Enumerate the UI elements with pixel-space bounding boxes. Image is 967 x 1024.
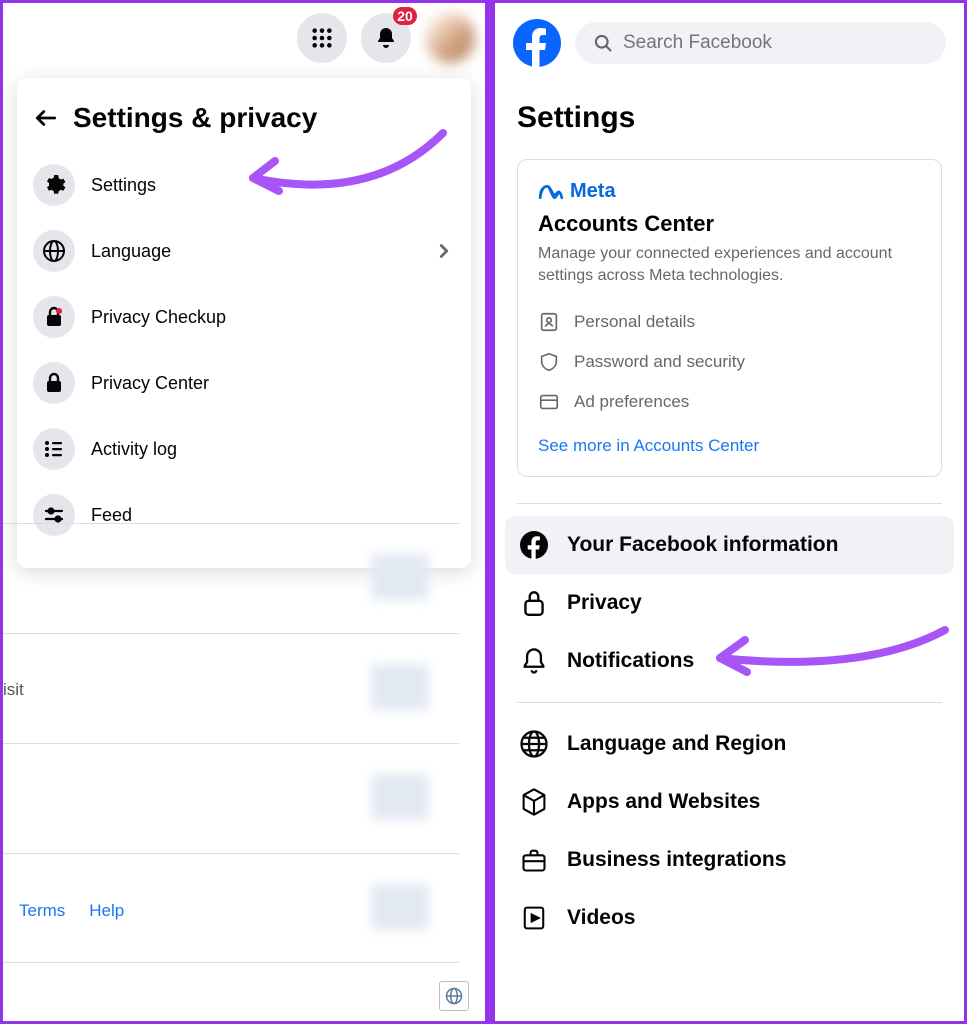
fb-circle-icon [519, 530, 549, 560]
page-title: Settings [495, 83, 964, 159]
padlock-icon [519, 588, 549, 618]
personal-details-link[interactable]: Personal details [538, 302, 921, 342]
lock-heart-icon [33, 296, 75, 338]
menu-title: Settings & privacy [73, 102, 317, 134]
background-text: isit [3, 680, 24, 700]
nav-label: Your Facebook information [567, 533, 838, 557]
meta-brand: Meta [538, 180, 921, 203]
menu-grid-button[interactable] [297, 13, 347, 63]
nav-label: Notifications [567, 649, 694, 673]
menu-header: Settings & privacy [23, 90, 465, 152]
gear-icon [33, 164, 75, 206]
nav-label: Language and Region [567, 732, 786, 756]
nav-apps-websites[interactable]: Apps and Websites [505, 773, 954, 831]
menu-item-settings[interactable]: Settings [23, 152, 465, 218]
card-description: Manage your connected experiences and ac… [538, 243, 921, 286]
menu-item-privacy-center[interactable]: Privacy Center [23, 350, 465, 416]
search-icon [593, 33, 613, 53]
bell-icon [374, 26, 398, 50]
divider [517, 702, 942, 703]
meta-brand-text: Meta [570, 180, 616, 203]
globe-grid-icon [519, 729, 549, 759]
menu-label: Language [91, 241, 417, 262]
globe-icon [33, 230, 75, 272]
ad-preferences-link[interactable]: Ad preferences [538, 382, 921, 422]
nav-business-integrations[interactable]: Business integrations [505, 831, 954, 889]
accounts-center-card: Meta Accounts Center Manage your connect… [517, 159, 942, 477]
notifications-badge: 20 [393, 7, 417, 25]
ad-icon [538, 391, 560, 413]
card-title: Accounts Center [538, 211, 921, 237]
settings-privacy-card: Settings & privacy Settings Language Pri… [17, 78, 471, 568]
search-bar[interactable] [575, 22, 946, 64]
password-security-link[interactable]: Password and security [538, 342, 921, 382]
menu-item-activity-log[interactable]: Activity log [23, 416, 465, 482]
nav-videos[interactable]: Videos [505, 889, 954, 947]
search-input[interactable] [623, 32, 928, 54]
nav-label: Videos [567, 906, 635, 930]
video-icon [519, 903, 549, 933]
nav-label: Apps and Websites [567, 790, 760, 814]
divider [517, 503, 942, 504]
grid-icon [311, 27, 333, 49]
facebook-logo-icon[interactable] [513, 19, 561, 67]
help-link[interactable]: Help [89, 901, 124, 921]
terms-link[interactable]: Terms [19, 901, 65, 921]
row-label: Ad preferences [574, 392, 689, 412]
section-group-2: Language and Region Apps and Websites Bu… [505, 715, 954, 947]
section-group-1: Your Facebook information Privacy Notifi… [505, 516, 954, 690]
id-card-icon [538, 311, 560, 333]
language-selector-button[interactable] [439, 981, 469, 1011]
nav-notifications[interactable]: Notifications [505, 632, 954, 690]
row-label: Personal details [574, 312, 695, 332]
menu-label: Activity log [91, 439, 455, 460]
menu-item-privacy-checkup[interactable]: Privacy Checkup [23, 284, 465, 350]
nav-privacy[interactable]: Privacy [505, 574, 954, 632]
nav-your-facebook-information[interactable]: Your Facebook information [505, 516, 954, 574]
list-icon [33, 428, 75, 470]
notifications-button[interactable]: 20 [361, 13, 411, 63]
accounts-center-link[interactable]: See more in Accounts Center [538, 436, 759, 456]
bell-outline-icon [519, 646, 549, 676]
profile-avatar[interactable] [425, 13, 475, 63]
nav-label: Privacy [567, 591, 642, 615]
cube-icon [519, 787, 549, 817]
lock-icon [33, 362, 75, 404]
background-list: isit [3, 523, 459, 963]
topbar: 20 [3, 3, 485, 73]
menu-label: Privacy Checkup [91, 307, 455, 328]
nav-label: Business integrations [567, 848, 786, 872]
menu-label: Settings [91, 175, 455, 196]
shield-icon [538, 351, 560, 373]
row-label: Password and security [574, 352, 745, 372]
menu-item-language[interactable]: Language [23, 218, 465, 284]
panel-settings-privacy-menu: 20 Settings & privacy Settings Language [0, 0, 490, 1024]
back-arrow-icon[interactable] [33, 105, 59, 131]
meta-icon [538, 183, 564, 201]
panel-settings-page: Settings Meta Accounts Center Manage you… [490, 0, 967, 1024]
globe-icon [444, 986, 464, 1006]
nav-language-region[interactable]: Language and Region [505, 715, 954, 773]
briefcase-icon [519, 845, 549, 875]
topbar [495, 3, 964, 83]
chevron-right-icon [433, 240, 455, 262]
menu-label: Privacy Center [91, 373, 455, 394]
footer-links: Terms Help [19, 901, 124, 921]
